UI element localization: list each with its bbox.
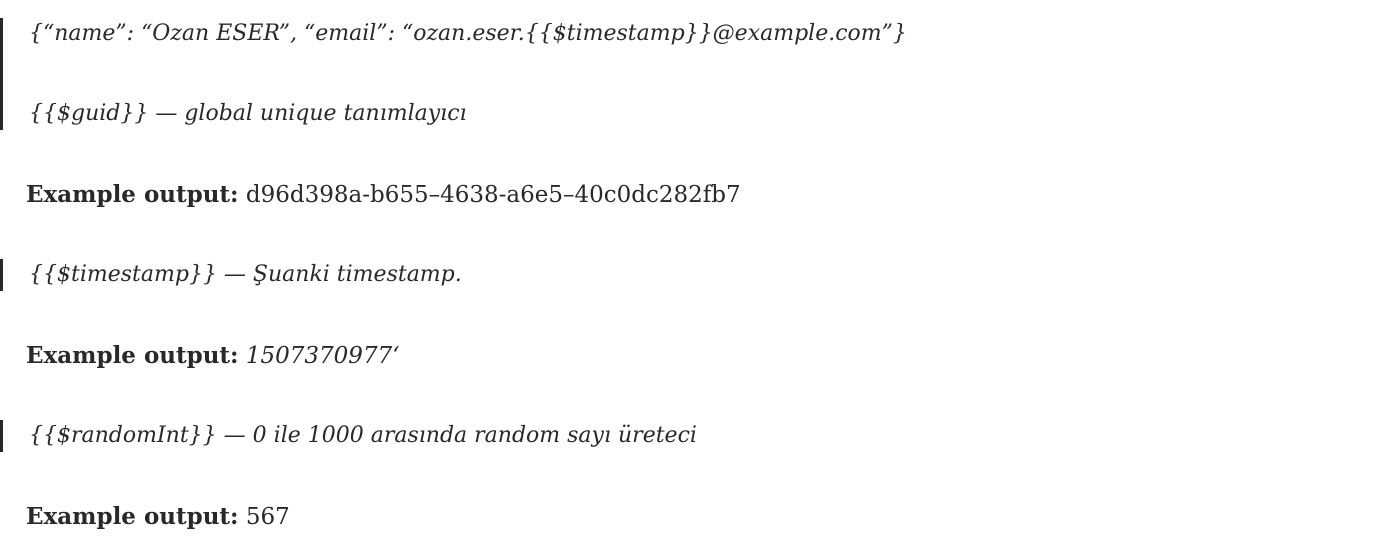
example-output-guid: Example output: d96d398a-b655–4638-a6e5–… — [26, 179, 741, 211]
quote-timestamp-description: {{$timestamp}} — Şuanki timestamp. — [29, 262, 462, 287]
example-output-randomint: Example output: 567 — [26, 501, 290, 533]
example-output-label: Example output: — [26, 503, 239, 530]
quote-randomint-description: {{$randomInt}} — 0 ile 1000 arasında ran… — [29, 423, 697, 448]
example-output-label: Example output: — [26, 342, 239, 369]
example-output-timestamp: Example output: 1507370977‘ — [26, 340, 400, 372]
quote-json-example: {“name”: “Ozan ESER”, “email”: “ozan.ese… — [29, 21, 907, 46]
blockquote-guid: {“name”: “Ozan ESER”, “email”: “ozan.ese… — [0, 18, 907, 130]
article-body: {“name”: “Ozan ESER”, “email”: “ozan.ese… — [0, 0, 1384, 547]
blockquote-randomint: {{$randomInt}} — 0 ile 1000 arasında ran… — [0, 420, 697, 452]
example-output-label: Example output: — [26, 181, 239, 208]
example-output-value: d96d398a-b655–4638-a6e5–40c0dc282fb7 — [245, 182, 741, 208]
quote-guid-description: {{$guid}} — global unique tanımlayıcı — [29, 101, 467, 126]
blockquote-timestamp: {{$timestamp}} — Şuanki timestamp. — [0, 259, 462, 291]
example-output-value: 1507370977‘ — [245, 343, 400, 369]
example-output-value: 567 — [245, 504, 290, 530]
